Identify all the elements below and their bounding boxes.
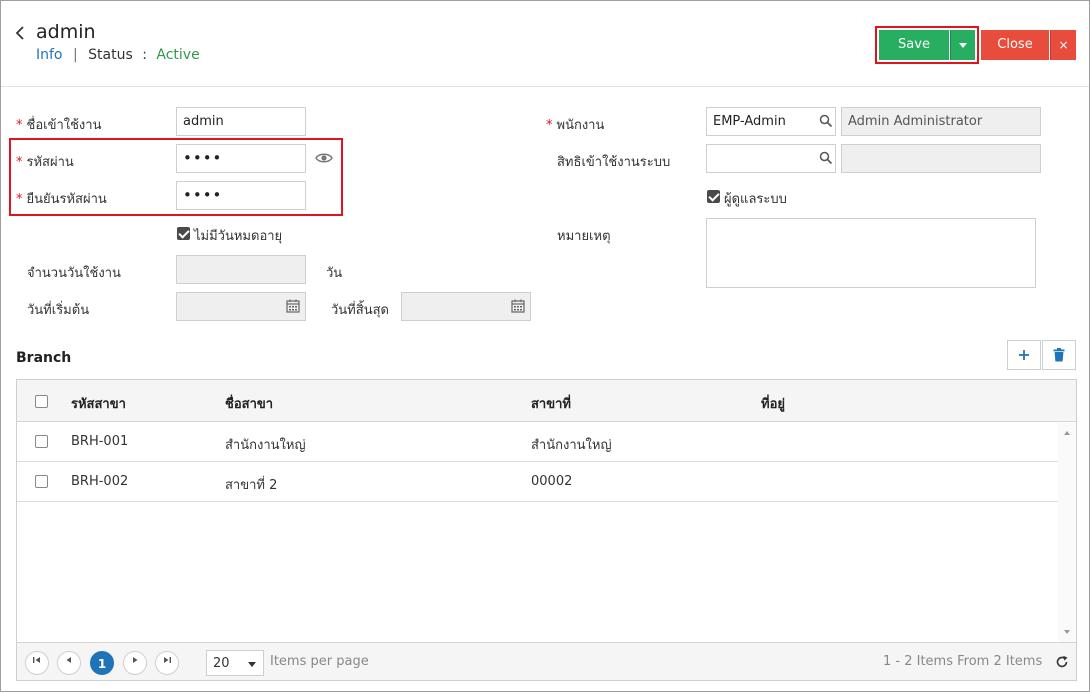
confirm-password-label: * ยืนยันรหัสผ่าน xyxy=(16,188,107,209)
back-button[interactable] xyxy=(13,23,29,43)
required-mark: * xyxy=(16,192,23,207)
permission-input[interactable] xyxy=(706,144,836,173)
refresh-icon xyxy=(1056,655,1068,668)
select-all-checkbox[interactable] xyxy=(35,395,48,408)
page-number-current[interactable]: 1 xyxy=(90,651,114,675)
first-page-button[interactable] xyxy=(25,651,49,675)
page-size-value: 20 xyxy=(213,656,230,671)
row-checkbox[interactable] xyxy=(35,475,48,488)
header-divider xyxy=(1,86,1089,87)
pager-summary: 1 - 2 Items From 2 Items xyxy=(883,654,1043,669)
status-colon: : xyxy=(142,47,147,63)
branch-no-cell: สำนักงานใหญ่ xyxy=(531,438,612,453)
close-button[interactable]: Close xyxy=(981,30,1049,60)
username-input[interactable]: admin xyxy=(176,107,306,136)
password-label-text: รหัสผ่าน xyxy=(26,155,74,170)
next-page-button[interactable] xyxy=(123,651,147,675)
password-input[interactable]: •••• xyxy=(176,144,306,173)
end-date-label: วันที่สิ้นสุด xyxy=(331,303,389,318)
plus-icon xyxy=(1019,350,1029,360)
last-page-button[interactable] xyxy=(155,651,179,675)
eye-icon xyxy=(315,153,333,163)
breadcrumb: Info | Status : Active xyxy=(36,47,200,63)
scroll-up-icon[interactable] xyxy=(1058,427,1076,439)
table-row[interactable]: BRH-001 สำนักงานใหญ่ สำนักงานใหญ่ xyxy=(17,422,1058,462)
grid-header: รหัสสาขา ชื่อสาขา สาขาที่ ที่อยู่ xyxy=(17,380,1076,422)
remark-textarea[interactable] xyxy=(706,218,1036,288)
employee-label-text: พนักงาน xyxy=(556,118,605,133)
branch-grid: รหัสสาขา ชื่อสาขา สาขาที่ ที่อยู่ BRH-00… xyxy=(16,379,1077,681)
row-checkbox[interactable] xyxy=(35,435,48,448)
last-page-icon xyxy=(164,657,171,663)
trash-icon xyxy=(1053,348,1065,362)
add-branch-button[interactable] xyxy=(1007,340,1041,370)
start-date-label: วันที่เริ่มต้น xyxy=(27,303,90,318)
days-unit-label: วัน xyxy=(326,266,343,281)
employee-name-input: Admin Administrator xyxy=(841,107,1041,136)
end-date-picker[interactable] xyxy=(511,299,525,313)
column-header-code[interactable]: รหัสสาขา xyxy=(71,393,126,414)
branch-section-title: Branch xyxy=(16,350,72,366)
page-size-select[interactable]: 20 xyxy=(206,650,264,676)
permission-name-input xyxy=(841,144,1041,173)
branch-no-cell: 00002 xyxy=(531,474,573,489)
grid-pager: 1 20 Items per page 1 - 2 Items From 2 I… xyxy=(17,642,1076,680)
status-label: Status xyxy=(88,47,133,63)
column-header-branch-no[interactable]: สาขาที่ xyxy=(531,393,571,414)
username-label: * ชื่อเข้าใช้งาน xyxy=(16,114,101,135)
chevron-left-icon xyxy=(15,26,24,40)
employee-code-input[interactable]: EMP-Admin xyxy=(706,107,836,136)
branch-code-cell: BRH-001 xyxy=(71,434,129,449)
branch-name-cell: สำนักงานใหญ่ xyxy=(225,438,306,453)
usage-days-input[interactable] xyxy=(176,255,306,284)
next-page-icon xyxy=(133,657,138,663)
items-per-page-label: Items per page xyxy=(270,654,369,669)
scroll-down-icon[interactable] xyxy=(1058,626,1076,638)
confirm-password-input[interactable]: •••• xyxy=(176,181,306,210)
column-header-name[interactable]: ชื่อสาขา xyxy=(225,393,273,414)
employee-search-button[interactable] xyxy=(819,114,833,128)
employee-label: * พนักงาน xyxy=(546,114,604,135)
required-mark: * xyxy=(546,118,553,133)
close-icon[interactable]: × xyxy=(1050,30,1076,60)
no-expiry-checkbox[interactable] xyxy=(177,227,190,240)
admin-label: ผู้ดูแลระบบ xyxy=(724,192,787,207)
prev-page-icon xyxy=(66,657,71,663)
calendar-icon xyxy=(286,299,300,313)
start-date-picker[interactable] xyxy=(286,299,300,313)
status-badge: Active xyxy=(156,47,200,63)
required-mark: * xyxy=(16,155,23,170)
password-label: * รหัสผ่าน xyxy=(16,151,74,172)
user-edit-window: admin Info | Status : Active Save Close … xyxy=(0,0,1090,692)
grid-scrollbar[interactable] xyxy=(1058,423,1076,642)
search-icon xyxy=(819,114,833,128)
confirm-password-label-text: ยืนยันรหัสผ่าน xyxy=(26,192,107,207)
required-mark: * xyxy=(16,118,23,133)
prev-page-button[interactable] xyxy=(57,651,81,675)
calendar-icon xyxy=(511,299,525,313)
breadcrumb-separator: | xyxy=(72,47,78,63)
column-header-address[interactable]: ที่อยู่ xyxy=(761,393,785,414)
permission-label: สิทธิเข้าใช้งานระบบ xyxy=(557,155,671,170)
page-title: admin xyxy=(36,21,96,43)
first-page-icon xyxy=(33,657,40,663)
caret-down-icon xyxy=(248,662,256,667)
username-label-text: ชื่อเข้าใช้งาน xyxy=(26,118,102,133)
save-highlight-box xyxy=(875,26,979,64)
permission-search-button[interactable] xyxy=(819,151,833,165)
show-password-toggle[interactable] xyxy=(315,151,333,165)
branch-name-cell: สาขาที่ 2 xyxy=(225,478,278,493)
no-expiry-label: ไม่มีวันหมดอายุ xyxy=(194,229,283,244)
delete-branch-button[interactable] xyxy=(1042,340,1076,370)
table-row[interactable]: BRH-002 สาขาที่ 2 00002 xyxy=(17,462,1058,502)
usage-days-label: จำนวนวันใช้งาน xyxy=(27,266,121,281)
info-link[interactable]: Info xyxy=(36,47,63,63)
refresh-button[interactable] xyxy=(1055,655,1069,669)
remark-label: หมายเหตุ xyxy=(557,229,611,244)
branch-code-cell: BRH-002 xyxy=(71,474,129,489)
search-icon xyxy=(819,151,833,165)
admin-checkbox[interactable] xyxy=(707,190,720,203)
